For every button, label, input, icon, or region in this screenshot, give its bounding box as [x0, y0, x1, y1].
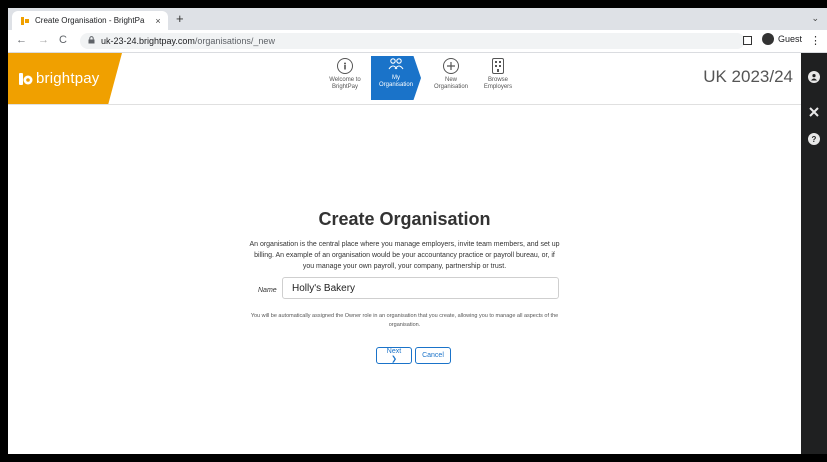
lock-icon [88, 36, 95, 46]
help-icon[interactable]: ? [808, 133, 820, 145]
browser-tab[interactable]: Create Organisation - BrightPa × [12, 11, 168, 30]
cancel-button[interactable]: Cancel [415, 347, 451, 364]
step-my-organisation-line2: Organisation [378, 82, 414, 88]
step-new-organisation[interactable]: New Organisation [425, 58, 477, 98]
step-browse-employers-line1: Browse [487, 77, 508, 83]
profile-button[interactable]: Guest [762, 33, 802, 45]
step-my-organisation[interactable]: My Organisation [371, 56, 421, 100]
tab-title: Create Organisation - BrightPa [35, 16, 145, 25]
brightpay-logo-icon [19, 72, 33, 86]
close-tab-icon[interactable]: × [152, 16, 164, 26]
address-bar[interactable]: uk-23-24.brightpay.com/organisations/_ne… [80, 33, 745, 49]
tax-year-label: UK 2023/24 [703, 67, 793, 86]
back-button[interactable]: ← [16, 34, 27, 46]
brightpay-favicon-icon [20, 16, 30, 26]
profile-label: Guest [778, 34, 803, 44]
building-icon [492, 58, 504, 74]
brightpay-logo[interactable]: brightpay [8, 53, 122, 104]
step-my-organisation-line1: My [392, 75, 400, 81]
app-header: brightpay Welcome to BrightPay My Organi… [8, 53, 801, 105]
tab-strip: Create Organisation - BrightPa × + ⌄ [8, 8, 827, 30]
people-icon [388, 56, 404, 72]
reload-button[interactable]: C [59, 34, 67, 46]
browser-window: Create Organisation - BrightPa × + ⌄ ← →… [8, 8, 827, 454]
user-icon[interactable] [808, 71, 820, 83]
url-path: /organisations/_new [194, 36, 275, 46]
info-icon [337, 58, 353, 74]
page-description: An organisation is the central place whe… [249, 241, 560, 270]
page-title: Create Organisation [318, 209, 491, 229]
browser-menu-icon[interactable]: ⋮ [810, 34, 821, 47]
new-tab-button[interactable]: + [176, 12, 184, 26]
right-sidebar: ? [801, 53, 827, 454]
logo-text: brightpay [36, 70, 100, 87]
forward-button[interactable]: → [38, 34, 49, 46]
step-new-organisation-line2: Organisation [433, 84, 469, 90]
step-browse-employers-line2: Employers [483, 84, 513, 90]
brightpay-app: brightpay Welcome to BrightPay My Organi… [8, 53, 827, 454]
tab-search-chevron-icon[interactable]: ⌄ [811, 13, 819, 24]
owner-role-note: You will be automatically assigned the O… [250, 313, 559, 328]
name-label: Name [258, 287, 277, 294]
next-button[interactable]: Next ❯ [376, 347, 412, 364]
step-welcome-line1: Welcome to [329, 77, 361, 83]
url-host: uk-23-24.brightpay.com [101, 36, 195, 46]
main-content: Create Organisation An organisation is t… [8, 105, 801, 454]
step-browse-employers[interactable]: Browse Employers [472, 58, 524, 98]
step-welcome-line2: BrightPay [331, 84, 358, 90]
step-welcome[interactable]: Welcome to BrightPay [319, 58, 371, 98]
step-new-organisation-line1: New [444, 77, 457, 83]
guest-avatar-icon [762, 33, 774, 45]
plus-icon [443, 58, 459, 74]
tools-icon[interactable] [808, 106, 820, 118]
browser-toolbar: ← → C uk-23-24.brightpay.com/organisatio… [8, 30, 827, 53]
organisation-name-input[interactable] [282, 277, 559, 299]
side-panel-icon[interactable] [743, 36, 752, 45]
